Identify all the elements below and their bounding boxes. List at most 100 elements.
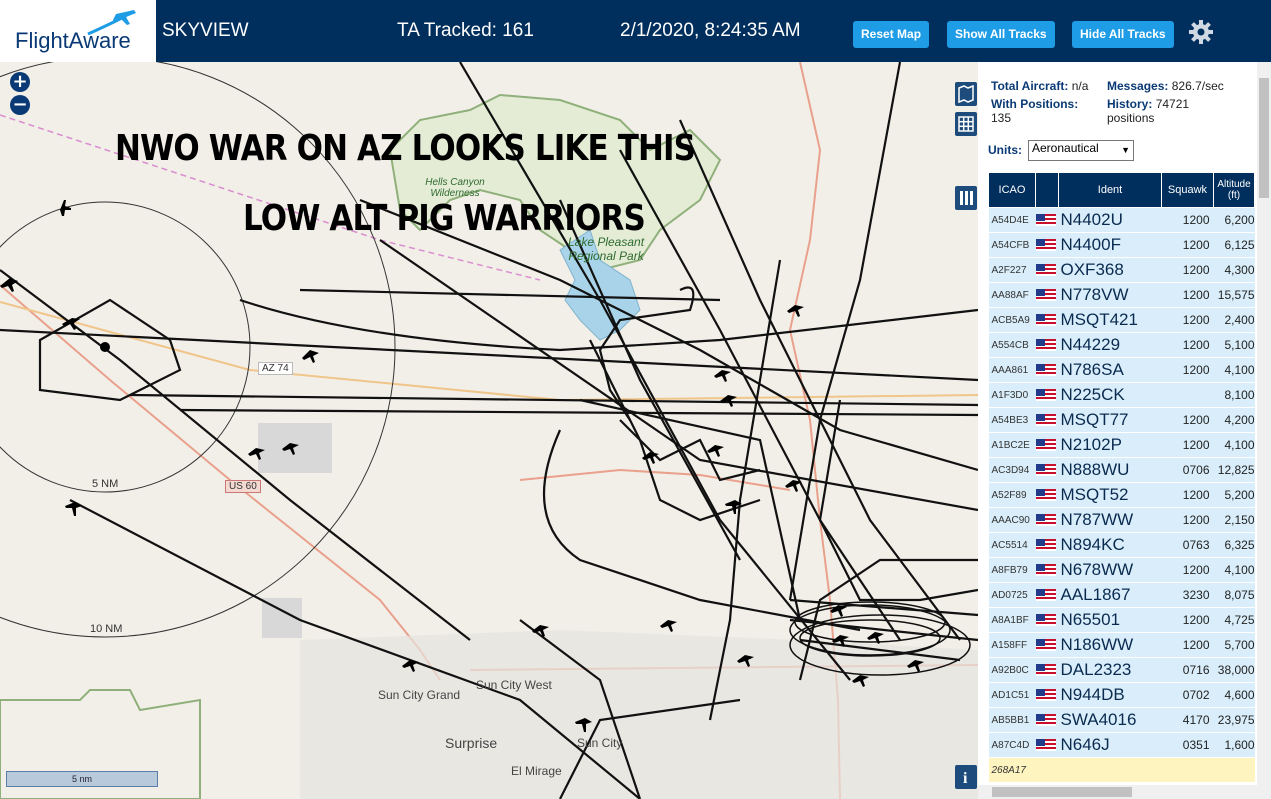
zoom-out-button[interactable]: − [10, 95, 30, 115]
row-squawk: 0706 [1161, 457, 1214, 483]
table-row[interactable]: A54D4E N4402U 1200 6,200 [988, 207, 1255, 233]
table-row[interactable]: A1BC2E N2102P 1200 4,100 [988, 432, 1255, 458]
table-row[interactable]: AD0725 AAL1867 3230 8,075 [988, 582, 1255, 608]
table-row[interactable]: A52F89 MSQT52 1200 5,200 [988, 482, 1255, 508]
table-row[interactable]: AAAC90 N787WW 1200 2,150 [988, 507, 1255, 533]
total-aircraft-stat: Total Aircraft: n/a [991, 79, 1088, 93]
zoom-in-button[interactable]: + [10, 72, 30, 92]
column-header-altitude[interactable]: Altitude (ft) [1213, 172, 1255, 208]
row-icao: A54CFB [988, 232, 1036, 258]
row-altitude: 6,200 [1213, 207, 1255, 233]
table-row[interactable]: A92B0C DAL2323 0716 38,000 [988, 657, 1255, 683]
row-icao: AD1C51 [988, 682, 1036, 708]
total-aircraft-value: n/a [1071, 79, 1089, 93]
us-flag-icon [1035, 588, 1056, 601]
history-unit: positions [1107, 111, 1155, 125]
map-layers-icon[interactable] [955, 82, 977, 106]
table-row[interactable]: AA88AF N778VW 1200 15,575 [988, 282, 1255, 308]
row-ident: N44229 [1058, 332, 1162, 358]
row-altitude: 6,125 [1213, 232, 1255, 258]
row-squawk: 0351 [1161, 732, 1214, 758]
us-flag-icon [1035, 213, 1056, 226]
row-altitude: 38,000 [1213, 657, 1255, 683]
row-ident: N4402U [1058, 207, 1162, 233]
row-icao: A1F3D0 [988, 382, 1036, 408]
table-row[interactable]: AC3D94 N888WU 0706 12,825 [988, 457, 1255, 483]
vertical-scroll-thumb[interactable] [1259, 78, 1269, 198]
column-header-flag[interactable] [1035, 172, 1059, 208]
row-ident: MSQT421 [1058, 307, 1162, 333]
row-ident: OXF368 [1058, 257, 1162, 283]
column-header-squawk[interactable]: Squawk [1161, 172, 1214, 208]
us-flag-icon [1035, 638, 1056, 651]
map-canvas[interactable]: + − i NWO WAR ON AZ LOOKS LIKE THIS LOW … [0, 62, 978, 799]
table-row[interactable]: A8FB79 N678WW 1200 4,100 [988, 557, 1255, 583]
columns-toggle-icon[interactable] [955, 186, 977, 210]
row-ident: N646J [1058, 732, 1162, 758]
place-sun-city-west: Sun City West [476, 678, 552, 692]
us-flag-icon [1035, 438, 1056, 451]
grid-icon[interactable] [955, 112, 977, 136]
table-row[interactable]: A8A1BF N65501 1200 4,725 [988, 607, 1255, 633]
horizontal-scrollbar[interactable] [978, 785, 1257, 799]
row-squawk: 1200 [1161, 357, 1214, 383]
row-squawk: 1200 [1161, 307, 1214, 333]
datetime: 2/1/2020, 8:24:35 AM [620, 20, 801, 41]
row-squawk: 1200 [1161, 607, 1214, 633]
us-flag-icon [1035, 563, 1056, 576]
row-icao: A2F227 [988, 257, 1036, 283]
row-icao: 268A17 [988, 757, 1036, 783]
row-altitude: 23,975 [1213, 707, 1255, 733]
info-icon[interactable]: i [955, 765, 977, 789]
row-icao: ACB5A9 [988, 307, 1036, 333]
row-squawk: 3230 [1161, 582, 1214, 608]
table-row[interactable]: A87C4D N646J 0351 1,600 [988, 732, 1255, 758]
show-all-tracks-button[interactable]: Show All Tracks [947, 21, 1055, 48]
column-header-icao[interactable]: ICAO [988, 172, 1036, 208]
reset-map-button[interactable]: Reset Map [853, 21, 930, 48]
vertical-scrollbar[interactable] [1257, 62, 1271, 799]
aircraft-table-body: A54D4E N4402U 1200 6,200 A54CFB N4400F 1200 6,1… [988, 207, 1255, 783]
gear-icon[interactable] [1188, 19, 1214, 45]
messages-value: 826.7/sec [1171, 79, 1224, 93]
table-row[interactable]: A54BE3 MSQT77 1200 4,200 [988, 407, 1255, 433]
app-title: SKYVIEW [162, 20, 249, 41]
row-icao: A8FB79 [988, 557, 1036, 583]
table-row[interactable]: AB5BB1 SWA4016 4170 23,975 [988, 707, 1255, 733]
table-row[interactable]: AD1C51 N944DB 0702 4,600 [988, 682, 1255, 708]
table-row[interactable]: A2F227 OXF368 1200 4,300 [988, 257, 1255, 283]
table-row[interactable]: ACB5A9 MSQT421 1200 2,400 [988, 307, 1255, 333]
us-flag-icon [1035, 238, 1056, 251]
row-icao: AA88AF [988, 282, 1036, 308]
row-icao: A87C4D [988, 732, 1036, 758]
row-ident: N4400F [1058, 232, 1162, 258]
column-header-ident[interactable]: Ident [1058, 172, 1162, 208]
overlay-caption-line2: LOW ALT PIG WARRIORS [243, 198, 646, 239]
row-altitude: 4,300 [1213, 257, 1255, 283]
table-row[interactable]: AAA861 N786SA 1200 4,100 [988, 357, 1255, 383]
flightaware-logo[interactable]: FlightAware [0, 0, 156, 62]
row-altitude: 4,200 [1213, 407, 1255, 433]
table-row[interactable]: A158FF N186WW 1200 5,700 [988, 632, 1255, 658]
row-ident: N786SA [1058, 357, 1162, 383]
us-flag-icon [1035, 288, 1056, 301]
table-row[interactable]: A1F3D0 N225CK 8,100 [988, 382, 1255, 408]
table-row[interactable]: A54CFB N4400F 1200 6,125 [988, 232, 1255, 258]
row-altitude: 4,100 [1213, 357, 1255, 383]
chevron-down-icon: ▼ [1121, 145, 1130, 155]
place-surprise: Surprise [445, 735, 498, 751]
row-altitude: 6,325 [1213, 532, 1255, 558]
table-row[interactable]: AC5514 N894KC 0763 6,325 [988, 532, 1255, 558]
row-ident: MSQT52 [1058, 482, 1162, 508]
table-row[interactable]: A554CB N44229 1200 5,100 [988, 332, 1255, 358]
route-shield-us60: US 60 [225, 480, 261, 493]
units-select[interactable]: Aeronautical ▼ [1028, 140, 1134, 161]
row-icao: AC3D94 [988, 457, 1036, 483]
horizontal-scroll-thumb[interactable] [992, 787, 1132, 797]
hide-all-tracks-button[interactable]: Hide All Tracks [1072, 21, 1174, 48]
us-flag-icon [1035, 738, 1056, 751]
table-row-pending[interactable]: 268A17 [988, 757, 1255, 783]
us-flag-icon [1035, 363, 1056, 376]
top-bar: FlightAware SKYVIEW TA Tracked: 161 2/1/… [0, 0, 1271, 62]
row-icao: A54BE3 [988, 407, 1036, 433]
